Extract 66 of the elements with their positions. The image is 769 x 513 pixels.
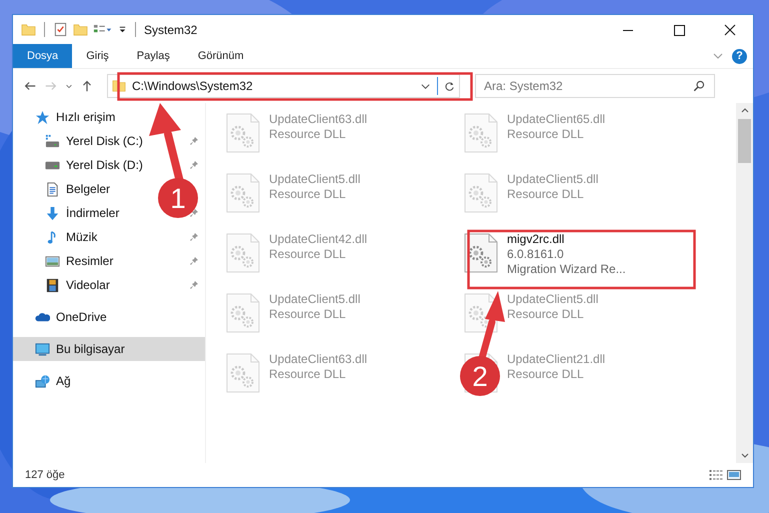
ribbon-tab[interactable]: Görünüm — [184, 44, 258, 68]
ribbon-tab[interactable]: Paylaş — [122, 44, 184, 68]
large-icons-view-icon[interactable] — [727, 469, 741, 481]
file-detail: Resource DLL — [507, 307, 585, 322]
sidebar-item[interactable]: OneDrive — [13, 305, 205, 329]
file-detail: Resource DLL — [507, 367, 585, 382]
address-path: C:\Windows\System32 — [132, 79, 253, 93]
downloads-icon — [45, 206, 60, 220]
pin-icon[interactable] — [189, 280, 199, 290]
dll-file-icon — [464, 233, 498, 273]
sidebar-item[interactable]: Hızlı erişim — [13, 105, 205, 129]
docs-icon — [45, 182, 60, 196]
refresh-icon[interactable] — [444, 80, 455, 92]
back-icon[interactable] — [23, 79, 37, 93]
sidebar-item[interactable]: Yerel Disk (C:) — [66, 134, 143, 148]
step-marker: 1 — [158, 178, 198, 218]
pictures-icon — [45, 254, 60, 268]
customize-caret-icon[interactable] — [118, 25, 127, 34]
sidebar-item[interactable]: Belgeler — [66, 182, 110, 196]
sidebar-item[interactable]: Müzik — [66, 230, 98, 244]
ribbon-tab[interactable]: Giriş — [72, 44, 123, 68]
file-detail: Migration Wizard Re... — [507, 262, 626, 277]
file-name[interactable]: migv2rc.dll — [507, 232, 626, 247]
search-field[interactable]: Ara: System32 — [475, 74, 715, 98]
scroll-thumb[interactable] — [738, 119, 751, 163]
file-detail: Resource DLL — [269, 367, 347, 382]
window-title: System32 — [144, 22, 198, 36]
dll-file-icon — [464, 173, 498, 213]
properties-icon[interactable] — [53, 22, 68, 37]
search-icon — [693, 80, 705, 92]
file-detail: Resource DLL — [269, 187, 347, 202]
pc-icon — [35, 342, 50, 356]
scrollbar[interactable] — [736, 103, 753, 463]
sidebar-item[interactable]: Resimler — [66, 254, 114, 268]
sidebar-item[interactable]: İndirmeler — [66, 206, 120, 220]
videos-icon — [45, 278, 60, 292]
dll-file-icon — [226, 293, 260, 333]
file-detail: Resource DLL — [269, 307, 347, 322]
item-count: 127 öğe — [25, 469, 65, 481]
pin-icon[interactable] — [189, 256, 199, 266]
pin-icon[interactable] — [189, 208, 199, 218]
dll-file-icon — [226, 113, 260, 153]
dll-file-icon — [226, 353, 260, 393]
sysdisk-icon — [45, 134, 60, 148]
file-detail: Resource DLL — [507, 127, 585, 142]
pin-icon[interactable] — [189, 136, 199, 146]
file-detail: Resource DLL — [507, 187, 585, 202]
file-detail: Resource DLL — [269, 247, 347, 262]
pin-icon[interactable] — [189, 232, 199, 242]
dll-file-icon — [464, 113, 498, 153]
up-icon[interactable] — [80, 79, 94, 93]
file-detail: Resource DLL — [269, 127, 347, 142]
details-view-icon[interactable] — [709, 469, 723, 481]
dll-file-icon — [226, 173, 260, 213]
file-detail: 6.0.8161.0 — [507, 247, 565, 262]
ribbon-tab[interactable]: Dosya — [13, 44, 72, 68]
address-field[interactable]: C:\Windows\System32 — [107, 74, 460, 98]
help-button[interactable]: ? — [732, 48, 747, 64]
dll-file-icon — [226, 233, 260, 273]
pin-icon[interactable] — [189, 160, 199, 170]
sidebar-item[interactable]: Videolar — [66, 278, 110, 292]
step-marker: 2 — [460, 356, 500, 396]
sidebar-item[interactable]: Yerel Disk (D:) — [66, 158, 143, 172]
network-icon — [35, 374, 50, 388]
sidebar-item[interactable]: Ağ — [13, 369, 205, 393]
sidebar-item[interactable]: Bu bilgisayar — [13, 337, 205, 361]
